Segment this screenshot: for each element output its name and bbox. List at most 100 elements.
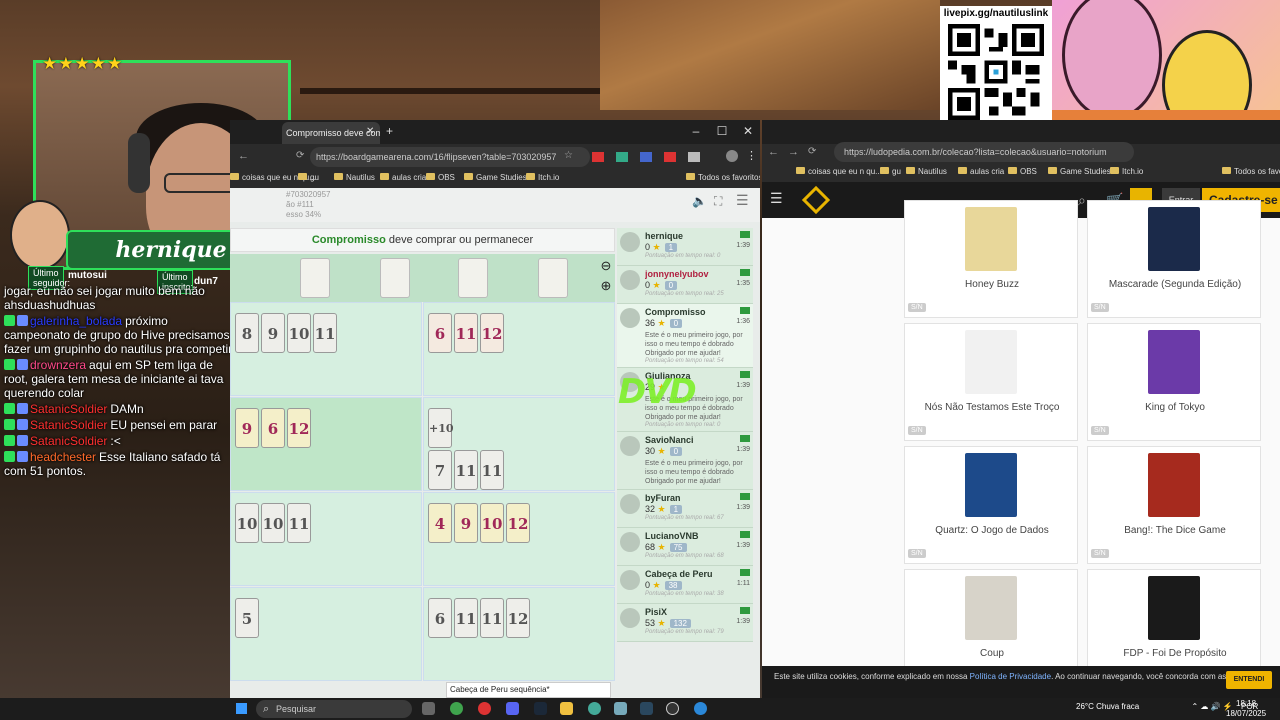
bookmark-item[interactable]: Todos os favoritos: [686, 173, 760, 182]
game-title[interactable]: Honey Buzz: [905, 279, 1079, 290]
game-card[interactable]: King of Tokyo S/N: [1087, 323, 1261, 441]
search-icon[interactable]: ⌕: [1078, 192, 1086, 209]
forward-icon[interactable]: →: [788, 146, 799, 158]
menu-kebab-icon[interactable]: ⋮: [746, 149, 757, 162]
hamburger-menu-icon[interactable]: ☰: [736, 192, 749, 209]
number-card: 11: [454, 598, 478, 638]
game-cover-image[interactable]: [1148, 207, 1200, 271]
notes-icon[interactable]: [614, 702, 627, 715]
player-board: 10 10 11: [230, 492, 422, 586]
bookmark-item[interactable]: aulas cria: [958, 167, 1004, 176]
game-card[interactable]: Quartz: O Jogo de Dados S/N: [904, 446, 1078, 564]
windows-start-icon[interactable]: [236, 703, 247, 714]
bookmark-item[interactable]: Itch.io: [526, 173, 559, 182]
bookmark-item[interactable]: coisas que eu n qu...: [796, 167, 882, 176]
game-card[interactable]: Bang!: The Dice Game S/N: [1087, 446, 1261, 564]
zoom-out-icon[interactable]: ⊖: [598, 258, 614, 274]
bookmark-item[interactable]: gu: [298, 173, 319, 182]
game-card[interactable]: Nós Não Testamos Este Troço S/N: [904, 323, 1078, 441]
game-title[interactable]: King of Tokyo: [1088, 402, 1262, 413]
profile-avatar[interactable]: [726, 150, 738, 162]
bookmark-item[interactable]: aulas cria: [380, 173, 426, 182]
deck-card[interactable]: [380, 258, 410, 298]
maximize-icon[interactable]: ☐: [712, 124, 732, 138]
player-entry[interactable]: byFuran 32 ★ 1 1:39 Pontuação em tempo real:…: [617, 490, 753, 528]
bookmark-item[interactable]: Itch.io: [1110, 167, 1143, 176]
clock[interactable]: 18:18 18/07/2025: [1226, 699, 1266, 719]
url-input[interactable]: https://boardgamearena.com/16/flipseven?…: [310, 147, 590, 167]
chat-username: SatanicSoldier: [30, 402, 108, 416]
vivaldi-icon[interactable]: [478, 702, 491, 715]
reload-icon[interactable]: ⟳: [296, 150, 304, 161]
game-title[interactable]: Bang!: The Dice Game: [1088, 525, 1262, 536]
extension-icons[interactable]: [592, 152, 712, 162]
back-icon[interactable]: ←: [768, 146, 779, 158]
bookmark-item[interactable]: Todos os favorit: [1222, 167, 1280, 176]
cookie-accept-button[interactable]: ENTENDI: [1226, 671, 1272, 689]
game-title[interactable]: FDP - Foi De Propósito: [1088, 648, 1262, 659]
bust-count: 0: [669, 319, 683, 328]
number-card: 9: [235, 408, 259, 448]
deck-card[interactable]: [300, 258, 330, 298]
player-entry[interactable]: PisiX 53 ★ 132 1:39 Pontuação em tempo real:…: [617, 604, 753, 642]
star-bookmark-icon[interactable]: ☆: [564, 150, 573, 161]
bookmark-item[interactable]: gu: [880, 167, 901, 176]
edge-icon[interactable]: [694, 702, 707, 715]
game-title[interactable]: Coup: [905, 648, 1079, 659]
game-cover-image[interactable]: [965, 207, 1017, 271]
minimize-icon[interactable]: –: [686, 124, 706, 138]
back-icon[interactable]: ←: [238, 150, 249, 162]
game-title[interactable]: Quartz: O Jogo de Dados: [905, 525, 1079, 536]
player-board: 4 9 10 12: [423, 492, 615, 586]
player-avatar: [620, 436, 640, 456]
player-entry[interactable]: LucianoVNB 68 ★ 75 1:39 Pontuação em tempo r…: [617, 528, 753, 566]
bookmark-item[interactable]: Game Studies: [464, 173, 527, 182]
chrome-icon-2[interactable]: [588, 702, 601, 715]
bookmark-item[interactable]: OBS: [426, 173, 455, 182]
game-cover-image[interactable]: [1148, 330, 1200, 394]
zoom-in-icon[interactable]: ⊕: [598, 278, 614, 294]
steam-icon[interactable]: [534, 702, 547, 715]
privacy-link[interactable]: Política de Privacidade: [970, 672, 1051, 681]
bookmark-item[interactable]: Game Studies: [1048, 167, 1111, 176]
player-entry[interactable]: Compromisso 36 ★ 0 1:36 Este é o meu primeir…: [617, 304, 753, 368]
url-input[interactable]: https://ludopedia.com.br/colecao?lista=c…: [834, 142, 1134, 162]
game-title[interactable]: Mascarade (Segunda Edição): [1088, 279, 1262, 290]
deck-card[interactable]: [458, 258, 488, 298]
player-entry[interactable]: jonnynelyubov 0 ★ 0 1:35 Pontuação em tempo …: [617, 266, 753, 304]
game-title[interactable]: Nós Não Testamos Este Troço: [905, 402, 1079, 413]
fullscreen-icon[interactable]: ⛶: [714, 194, 722, 209]
obs-icon[interactable]: [666, 702, 679, 715]
game-cover-image[interactable]: [1148, 453, 1200, 517]
number-card: 6: [261, 408, 285, 448]
game-card[interactable]: Honey Buzz S/N: [904, 200, 1078, 318]
steam-icon-2[interactable]: [640, 702, 653, 715]
score-value: 36: [645, 318, 656, 328]
close-window-icon[interactable]: ✕: [738, 124, 758, 138]
bookmark-item[interactable]: Nautilus: [906, 167, 947, 176]
game-cover-image[interactable]: [965, 453, 1017, 517]
taskbar-search[interactable]: Pesquisar: [256, 700, 412, 718]
new-tab-icon[interactable]: +: [386, 124, 393, 138]
game-cover-image[interactable]: [965, 576, 1017, 640]
ludopedia-logo[interactable]: [801, 185, 831, 215]
tab-close-icon[interactable]: ✕: [366, 126, 374, 137]
task-view-icon[interactable]: [422, 702, 435, 715]
explorer-icon[interactable]: [560, 702, 573, 715]
player-entry[interactable]: SavioNanci 30 ★ 0 1:39 Este é o meu primeiro…: [617, 432, 753, 490]
game-card[interactable]: Mascarade (Segunda Edição) S/N: [1087, 200, 1261, 318]
bust-count: 132: [669, 619, 691, 628]
bookmark-item[interactable]: OBS: [1008, 167, 1037, 176]
deck-card[interactable]: [538, 258, 568, 298]
chat-badge-icon: [4, 403, 15, 414]
discord-icon[interactable]: [506, 702, 519, 715]
reload-icon[interactable]: ⟳: [808, 146, 816, 157]
sound-icon[interactable]: 🔈: [692, 194, 707, 208]
game-cover-image[interactable]: [1148, 576, 1200, 640]
bookmark-item[interactable]: Nautilus: [334, 173, 375, 182]
hamburger-menu-icon[interactable]: ☰: [770, 190, 783, 207]
player-entry[interactable]: hernique 0 ★ 1 1:39 Pontuação em tempo real:…: [617, 228, 753, 266]
player-entry[interactable]: Cabeça de Peru 0 ★ 38 1:11 Pontuação em temp…: [617, 566, 753, 604]
game-cover-image[interactable]: [965, 330, 1017, 394]
chrome-icon[interactable]: [450, 702, 463, 715]
